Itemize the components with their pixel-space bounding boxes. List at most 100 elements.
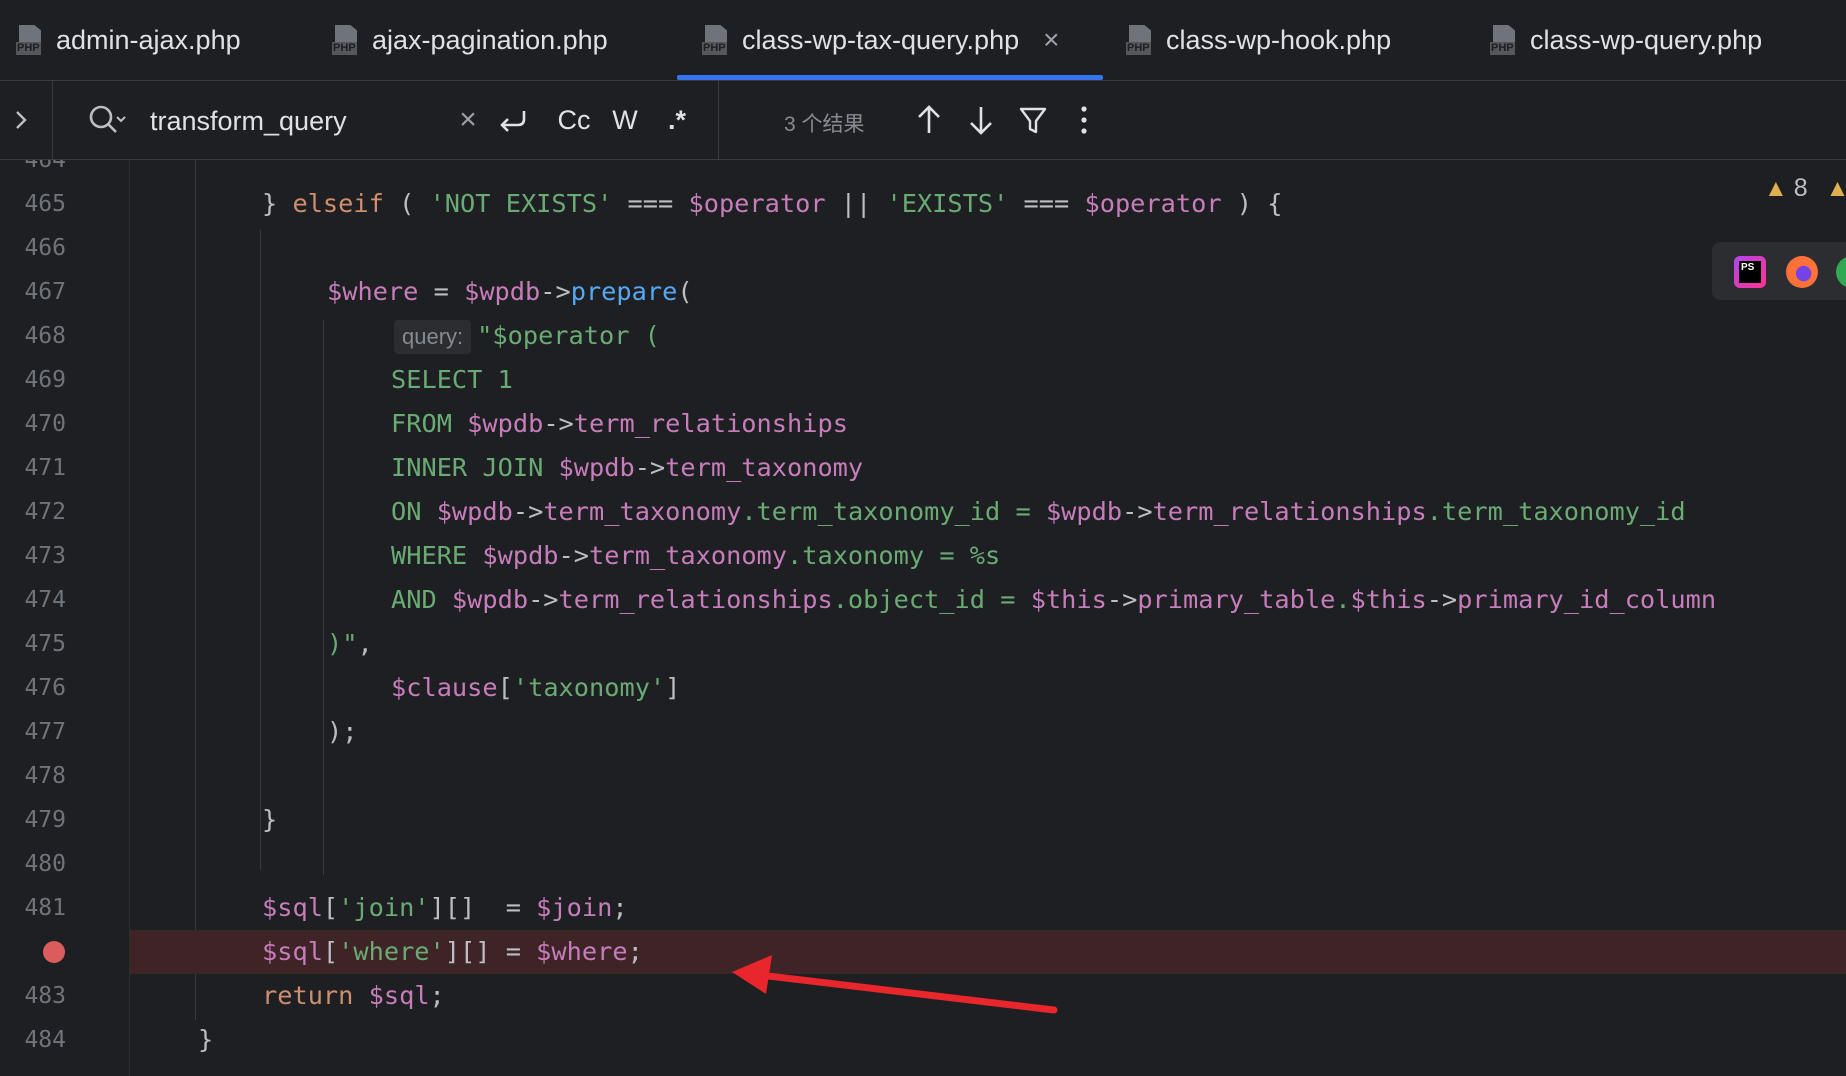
tab-label: class-wp-hook.php (1166, 24, 1392, 55)
php-file-icon: PHP (16, 25, 46, 55)
warning-count: 8 (1793, 174, 1808, 202)
code-line: 469 SELECT 1 (0, 358, 1846, 402)
code-line: 472 ON $wpdb->term_taxonomy.term_taxonom… (0, 490, 1846, 534)
code-text: SELECT 1 (391, 365, 513, 394)
code-line: 480 (0, 842, 1846, 886)
code-line: 471 INNER JOIN $wpdb->term_taxonomy (0, 446, 1846, 490)
line-number: 470 (24, 411, 66, 437)
chrome-icon[interactable] (1836, 256, 1846, 288)
code-line: 470 FROM $wpdb->term_relationships (0, 402, 1846, 446)
code-line: 476 $clause['taxonomy'] (0, 666, 1846, 710)
code-text: WHERE $wpdb->term_taxonomy.taxonomy = %s (391, 541, 1001, 570)
code-text: ON $wpdb->term_taxonomy.term_taxonomy_id… (391, 497, 1686, 526)
code-line: 465 } elseif ( 'NOT EXISTS' === $operato… (0, 182, 1846, 226)
tab-class-wp-hook[interactable]: PHP class-wp-hook.php (1126, 0, 1391, 80)
arrow-up-icon[interactable] (914, 99, 944, 141)
code-text: } elseif ( 'NOT EXISTS' === $operator ||… (262, 189, 1283, 218)
tab-label: class-wp-tax-query.php (742, 24, 1020, 55)
code-text: INNER JOIN $wpdb->term_taxonomy (391, 453, 864, 482)
regex-button[interactable]: .* (660, 99, 694, 141)
chevron-right-icon[interactable] (12, 105, 32, 135)
line-number: 467 (24, 279, 66, 305)
line-number: 472 (24, 499, 66, 525)
code-line: $sql['where'][] = $where; (0, 930, 1846, 974)
code-editor[interactable]: 464 465 } elseif ( 'NOT EXISTS' === $ope… (0, 160, 1846, 1076)
code-line: 481 $sql['join'][] = $join; (0, 886, 1846, 930)
code-line: 484 } (0, 1018, 1846, 1062)
editor-tab-bar: PHP admin-ajax.php PHP ajax-pagination.p… (0, 0, 1846, 81)
line-number: 475 (24, 631, 66, 657)
find-bar: × Cc W .* 3 个结果 (0, 81, 1846, 160)
tab-label: admin-ajax.php (56, 24, 241, 55)
code-line: 483 return $sql; (0, 974, 1846, 1018)
arrow-down-icon[interactable] (966, 99, 996, 141)
line-number: 484 (24, 1027, 66, 1053)
code-line: 475 )", (0, 622, 1846, 666)
words-button[interactable]: W (608, 99, 642, 141)
browser-preview-bar: PS (1712, 242, 1846, 300)
tab-class-wp-tax-query[interactable]: PHP class-wp-tax-query.php × (677, 0, 1103, 80)
line-number: 480 (24, 851, 66, 877)
active-tab-indicator (677, 75, 1103, 80)
line-number: 464 (24, 160, 66, 173)
line-number: 465 (24, 191, 66, 217)
more-options-icon[interactable] (1074, 99, 1094, 141)
code-line: 479 } (0, 798, 1846, 842)
line-number: 468 (24, 323, 66, 349)
search-input[interactable] (148, 101, 452, 141)
line-number: 477 (24, 719, 66, 745)
code-line: 477 ); (0, 710, 1846, 754)
close-icon[interactable]: × (1043, 24, 1059, 56)
code-text: } (198, 1025, 214, 1054)
code-text: $sql['join'][] = $join; (262, 893, 628, 922)
tab-admin-ajax[interactable]: PHP admin-ajax.php (16, 0, 241, 80)
tab-ajax-pagination[interactable]: PHP ajax-pagination.php (332, 0, 608, 80)
code-line: 478 (0, 754, 1846, 798)
tab-label: ajax-pagination.php (372, 24, 608, 55)
clear-search-icon[interactable]: × (455, 99, 481, 141)
line-number: 481 (24, 895, 66, 921)
php-file-icon: PHP (1126, 25, 1156, 55)
breakpoint-icon[interactable] (43, 941, 65, 963)
parameter-hint: query: (394, 320, 472, 354)
search-history-icon[interactable] (86, 99, 126, 139)
line-number: 478 (24, 763, 66, 789)
code-line: 466 (0, 226, 1846, 270)
line-number: 476 (24, 675, 66, 701)
line-number: 483 (24, 983, 66, 1009)
line-number: 469 (24, 367, 66, 393)
code-line: 468 query: "$operator ( (0, 314, 1846, 358)
firefox-icon[interactable] (1786, 256, 1818, 288)
match-case-button[interactable]: Cc (554, 99, 594, 141)
code-text: return $sql; (262, 981, 445, 1010)
filter-icon[interactable] (1018, 99, 1048, 141)
code-line: 467 $where = $wpdb->prepare( (0, 270, 1846, 314)
code-text: } (262, 805, 278, 834)
code-line: 464 (0, 160, 1846, 182)
tab-label: class-wp-query.php (1530, 24, 1763, 55)
code-text: $sql['where'][] = $where; (262, 937, 643, 966)
warning-icon: ▲ (1825, 174, 1846, 202)
line-number: 466 (24, 235, 66, 261)
warning-icon: ▲ (1764, 174, 1788, 202)
multiline-icon[interactable] (496, 99, 530, 141)
code-text: AND $wpdb->term_relationships.object_id … (391, 585, 1717, 614)
tab-class-wp-query[interactable]: PHP class-wp-query.php (1490, 0, 1762, 80)
line-number: 471 (24, 455, 66, 481)
code-line: 474 AND $wpdb->term_relationships.object… (0, 578, 1846, 622)
php-file-icon: PHP (332, 25, 362, 55)
line-number: 479 (24, 807, 66, 833)
code-text: )", (327, 629, 373, 658)
code-text: query: "$operator ( (394, 314, 660, 358)
search-results-count: 3 个结果 (784, 113, 865, 136)
code-text: FROM $wpdb->term_relationships (391, 409, 848, 438)
inspection-widget[interactable]: ▲ 8 ▲ (1764, 174, 1846, 203)
php-file-icon: PHP (1490, 25, 1520, 55)
code-text: ); (327, 717, 358, 746)
line-number: 473 (24, 543, 66, 569)
line-number: 474 (24, 587, 66, 613)
code-line: 473 WHERE $wpdb->term_taxonomy.taxonomy … (0, 534, 1846, 578)
phpstorm-icon[interactable]: PS (1734, 256, 1766, 288)
php-file-icon: PHP (702, 25, 732, 55)
code-text: $clause['taxonomy'] (391, 673, 681, 702)
